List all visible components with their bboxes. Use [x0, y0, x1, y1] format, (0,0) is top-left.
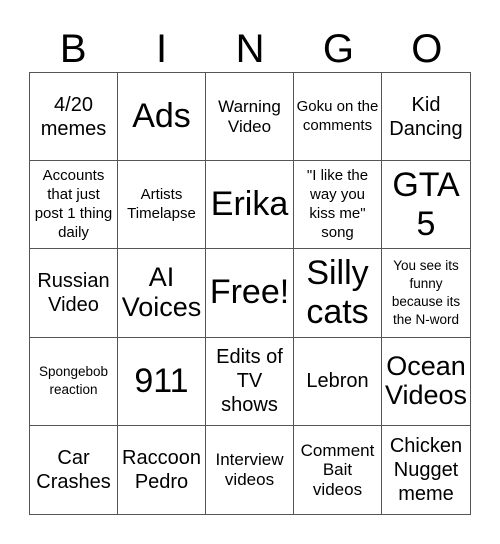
bingo-cell[interactable]: AI Voices [118, 249, 206, 338]
bingo-cell[interactable]: Interview videos [206, 425, 294, 514]
bingo-cell[interactable]: Car Crashes [30, 425, 118, 514]
cell-text: "I like the way you kiss me" song [306, 167, 369, 241]
header-letter-b: B [59, 27, 87, 71]
cell-text: Edits of TV shows [216, 346, 283, 417]
bingo-cell[interactable]: Accounts that just post 1 thing daily [30, 161, 118, 250]
bingo-cell[interactable]: Comment Bait videos [294, 425, 382, 514]
cell-text: Silly cats [306, 253, 369, 331]
free-space-cell[interactable]: Free! [206, 249, 294, 338]
cell-text: GTA 5 [392, 165, 460, 243]
bingo-cell[interactable]: Kid Dancing [382, 73, 470, 162]
cell-text: Goku on the comments [296, 97, 379, 134]
bingo-cell[interactable]: Russian Video [30, 249, 118, 338]
cell-text: Russian Video [37, 269, 110, 316]
bingo-cell[interactable]: Warning Video [206, 73, 294, 162]
bingo-cell[interactable]: Ocean Videos [382, 338, 470, 426]
bingo-cell[interactable]: Raccoon Pedro [118, 425, 206, 514]
bingo-cell[interactable]: Chicken Nugget meme [382, 426, 470, 514]
cell-text: 911 [134, 361, 189, 400]
bingo-cell[interactable]: "I like the way you kiss me" song [294, 161, 382, 250]
bingo-cell[interactable]: 4/20 memes [30, 73, 118, 162]
cell-text: Free! [209, 273, 290, 312]
cell-text: Car Crashes [36, 446, 111, 493]
cell-text: Spongebob reaction [38, 363, 109, 398]
header-letter-i: I [156, 27, 168, 71]
cell-text: Ads [132, 97, 191, 136]
bingo-cell[interactable]: Goku on the comments [294, 73, 382, 162]
cell-text: Ocean Videos [384, 350, 468, 411]
bingo-card-grid: 4/20 memes Ads Warning Video Goku on the… [29, 72, 471, 515]
bingo-cell[interactable]: Erika [206, 161, 294, 250]
cell-text: Interview videos [215, 450, 284, 489]
cell-text: Raccoon Pedro [122, 446, 201, 493]
bingo-cell[interactable]: Ads [118, 73, 206, 162]
bingo-cell[interactable]: 911 [118, 337, 206, 426]
cell-text: Artists Timelapse [127, 186, 196, 222]
bingo-cell[interactable]: Lebron [294, 337, 382, 426]
cell-text: Erika [210, 185, 289, 224]
bingo-cell[interactable]: Spongebob reaction [30, 337, 118, 426]
cell-text: Accounts that just post 1 thing daily [34, 167, 113, 241]
cell-text: Lebron [306, 370, 369, 393]
cell-text: Chicken Nugget meme [389, 434, 463, 505]
cell-text: 4/20 memes [40, 93, 107, 140]
bingo-cell[interactable]: Silly cats [294, 249, 382, 338]
cell-text: AI Voices [121, 262, 202, 322]
bingo-cell[interactable]: GTA 5 [382, 161, 470, 250]
bingo-cell[interactable]: You see its funny because its the N-word [382, 249, 470, 338]
cell-text: Comment Bait videos [300, 440, 375, 499]
bingo-cell[interactable]: Edits of TV shows [206, 337, 294, 426]
cell-text: Warning Video [218, 97, 281, 136]
cell-text: Kid Dancing [389, 93, 463, 140]
header-letter-n: N [235, 27, 265, 71]
header-letter-g: G [322, 27, 354, 71]
header-letter-o: O [411, 27, 443, 71]
bingo-cell[interactable]: Artists Timelapse [118, 161, 206, 250]
cell-text: You see its funny because its the N-word [391, 257, 461, 328]
bingo-header: B I N G O [29, 26, 471, 72]
